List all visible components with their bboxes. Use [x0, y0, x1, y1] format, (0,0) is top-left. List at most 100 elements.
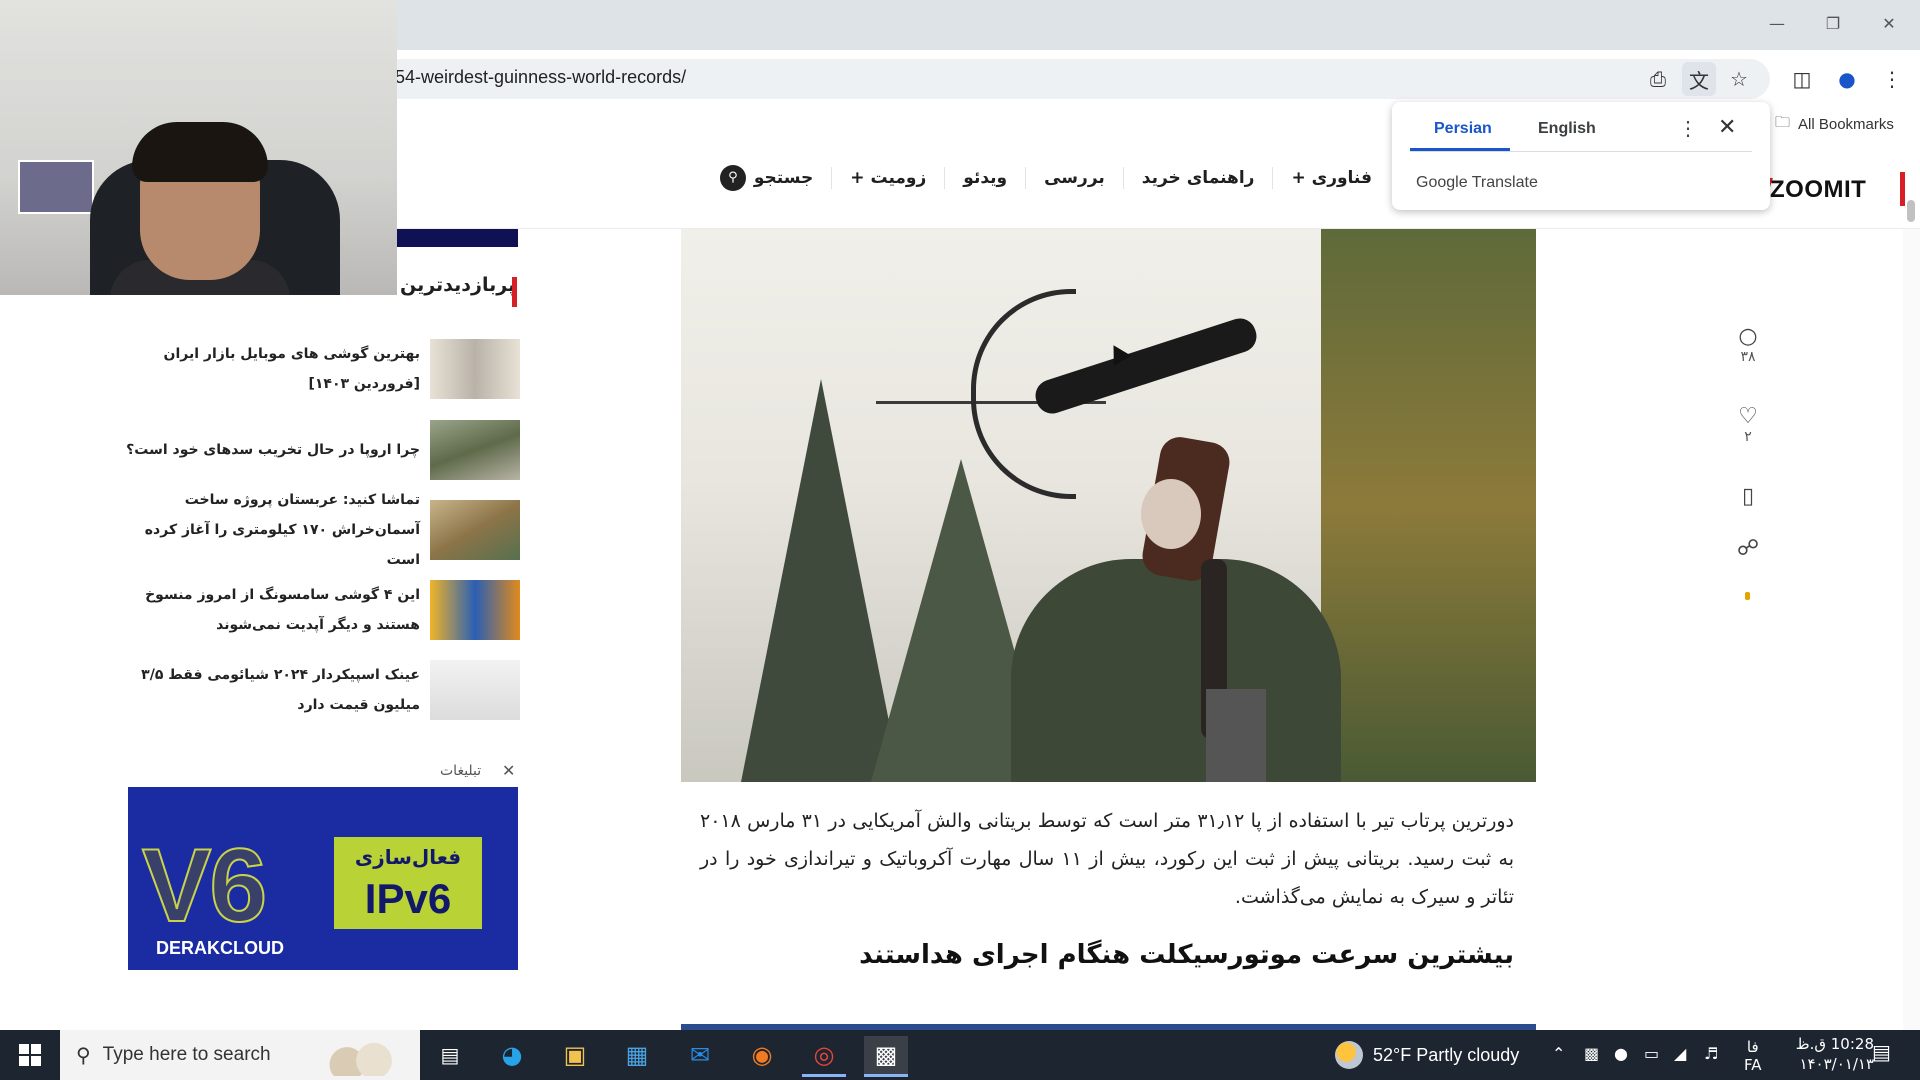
- most-viewed-item[interactable]: عینک اسپیکردار ۲۰۲۴ شیائومی فقط ۳/۵ میلی…: [110, 659, 520, 721]
- scrollbar-thumb[interactable]: [1907, 200, 1915, 222]
- item-title[interactable]: بهترین گوشی های موبایل بازار ایران [فرور…: [110, 339, 420, 399]
- most-viewed-item[interactable]: تماشا کنید: عربستان پروژه ساخت آسمان‌خرا…: [110, 492, 520, 568]
- item-title[interactable]: عینک اسپیکردار ۲۰۲۴ شیائومی فقط ۳/۵ میلی…: [110, 660, 420, 720]
- translate-popup: Persian English Google Translate ⋮ ✕: [1392, 102, 1770, 210]
- ads-label: تبلیغات: [440, 763, 482, 779]
- heart-icon: ♡: [1738, 404, 1758, 429]
- tree-right: [1321, 229, 1536, 782]
- share-icon: ☍: [1736, 536, 1760, 561]
- search-icon: ⚲: [719, 165, 746, 191]
- item-thumbnail[interactable]: [430, 660, 520, 720]
- translate-tab-persian[interactable]: Persian: [1434, 120, 1492, 138]
- task-view-icon[interactable]: ▤: [428, 1036, 472, 1074]
- folder-icon: 🗀: [1775, 114, 1791, 131]
- clock-date: ۱۴۰۳/۰۱/۱۳: [1799, 1055, 1874, 1073]
- restore-icon[interactable]: ❐: [1810, 6, 1856, 40]
- item-title[interactable]: این ۴ گوشی سامسونگ از امروز منسوخ هستند …: [110, 580, 420, 640]
- translate-more-icon[interactable]: ⋮: [1678, 116, 1698, 141]
- most-viewed-title: پربازدیدترین: [400, 274, 516, 296]
- comment-icon: ○: [1738, 324, 1758, 349]
- item-title[interactable]: تماشا کنید: عربستان پروژه ساخت آسمان‌خرا…: [110, 485, 420, 575]
- notifications-icon[interactable]: ▤: [1872, 1040, 1891, 1064]
- store-icon[interactable]: ▦: [615, 1036, 659, 1074]
- nav-technology[interactable]: + فناوری: [1272, 167, 1390, 189]
- translate-close-icon[interactable]: ✕: [1718, 114, 1736, 140]
- site-logo[interactable]: ZOOMIT: [1770, 176, 1866, 204]
- person-hair: [132, 122, 268, 182]
- item-thumbnail[interactable]: [430, 580, 520, 640]
- battery-icon[interactable]: ▭: [1644, 1044, 1659, 1063]
- file-explorer-icon[interactable]: ▣: [553, 1036, 597, 1074]
- input-language[interactable]: فا FA: [1744, 1038, 1762, 1074]
- profile-icon[interactable]: ●: [1830, 62, 1864, 96]
- item-thumbnail[interactable]: [430, 500, 520, 560]
- wall-poster: [18, 160, 94, 214]
- chrome-icon[interactable]: ◎: [802, 1036, 846, 1077]
- item-thumbnail[interactable]: [430, 339, 520, 399]
- nav-buying-guide[interactable]: راهنمای خرید: [1122, 167, 1273, 189]
- article-hero-image: [681, 229, 1536, 782]
- ad-brand: DERAKCLOUD: [156, 938, 284, 958]
- menu-icon[interactable]: ⋮: [1875, 62, 1909, 96]
- network-icon[interactable]: ◢: [1674, 1044, 1686, 1063]
- ad-banner[interactable]: V6 فعال‌سازی IPv6 DERAKCLOUD: [128, 787, 518, 970]
- taskbar-search-placeholder: Type here to search: [102, 1044, 271, 1065]
- close-window-icon[interactable]: ✕: [1866, 6, 1912, 40]
- like-action[interactable]: ♡ ۲: [1736, 404, 1760, 445]
- partly-cloudy-icon: [1335, 1041, 1363, 1069]
- page-scrollbar[interactable]: [1903, 229, 1920, 1030]
- volume-icon[interactable]: ♬: [1704, 1044, 1718, 1063]
- translate-divider: [1410, 151, 1752, 152]
- item-thumbnail[interactable]: [430, 420, 520, 480]
- title-accent: [512, 277, 517, 307]
- ad-ipv6-text: IPv6: [364, 875, 452, 922]
- nav-zoomit[interactable]: + زومیت: [831, 167, 944, 189]
- show-hidden-icons[interactable]: ⌃: [1552, 1044, 1565, 1063]
- windows-logo-icon: [19, 1044, 41, 1066]
- weather-widget[interactable]: 52°F Partly cloudy: [1335, 1030, 1519, 1080]
- mail-icon[interactable]: ✉: [678, 1036, 722, 1074]
- webcam-overlay: [0, 0, 397, 295]
- nav-video[interactable]: ویدئو: [944, 167, 1025, 189]
- clock-time: 10:28 ق.ظ: [1795, 1035, 1874, 1053]
- tree-group: [1011, 559, 1341, 782]
- bookmark-star-icon[interactable]: ☆: [1722, 62, 1756, 96]
- comments-action[interactable]: ○ ۳۸: [1736, 324, 1760, 365]
- translate-icon[interactable]: 文: [1682, 62, 1716, 96]
- meet-now-icon[interactable]: ▩: [1584, 1044, 1599, 1063]
- translate-tab-english[interactable]: English: [1538, 120, 1596, 138]
- ads-close-icon[interactable]: ✕: [502, 761, 515, 780]
- ad-big-text: V6: [141, 827, 268, 945]
- nav-search[interactable]: ⚲ جستجو: [702, 165, 831, 191]
- ad-persian-text: فعال‌سازی: [354, 845, 462, 869]
- most-viewed-item[interactable]: بهترین گوشی های موبایل بازار ایران [فرور…: [110, 338, 520, 400]
- install-app-icon[interactable]: ⎙: [1641, 62, 1675, 96]
- language-fa-code: FA: [1744, 1056, 1762, 1074]
- url-text[interactable]: 54-weirdest-guinness-world-records/: [395, 67, 686, 88]
- bookmark-icon: ▯: [1741, 484, 1755, 509]
- start-button[interactable]: [0, 1030, 60, 1080]
- sidebar-top-banner: [397, 229, 518, 247]
- handstand-stand: [1206, 689, 1266, 782]
- most-viewed-item[interactable]: چرا اروپا در حال تخریب سدهای خود است؟: [110, 419, 520, 481]
- side-panel-icon[interactable]: ◫: [1785, 62, 1819, 96]
- microphone-icon[interactable]: ●: [1614, 1044, 1628, 1063]
- nav-review[interactable]: بررسی: [1025, 167, 1123, 189]
- all-bookmarks-label: All Bookmarks: [1798, 116, 1894, 133]
- share-action[interactable]: ☍: [1736, 536, 1760, 561]
- archer-head: [1141, 479, 1201, 549]
- language-fa-persian: فا: [1746, 1038, 1759, 1056]
- recorder-app-icon[interactable]: ▩: [864, 1036, 908, 1077]
- logo-accent-bar: [1900, 172, 1905, 206]
- search-label: جستجو: [753, 168, 814, 188]
- bookmark-action[interactable]: ▯: [1736, 484, 1760, 509]
- item-title[interactable]: چرا اروپا در حال تخریب سدهای خود است؟: [126, 435, 420, 465]
- minimize-icon[interactable]: —: [1754, 6, 1800, 40]
- taskbar-clock[interactable]: 10:28 ق.ظ ۱۴۰۳/۰۱/۱۳: [1784, 1034, 1874, 1074]
- search-icon: ⚲: [76, 1043, 91, 1067]
- firefox-icon[interactable]: ◉: [740, 1036, 784, 1074]
- all-bookmarks[interactable]: 🗀 All Bookmarks: [1775, 112, 1894, 137]
- edge-icon[interactable]: ◕: [490, 1036, 534, 1074]
- most-viewed-item[interactable]: این ۴ گوشی سامسونگ از امروز منسوخ هستند …: [110, 579, 520, 641]
- likes-count: ۲: [1744, 429, 1752, 445]
